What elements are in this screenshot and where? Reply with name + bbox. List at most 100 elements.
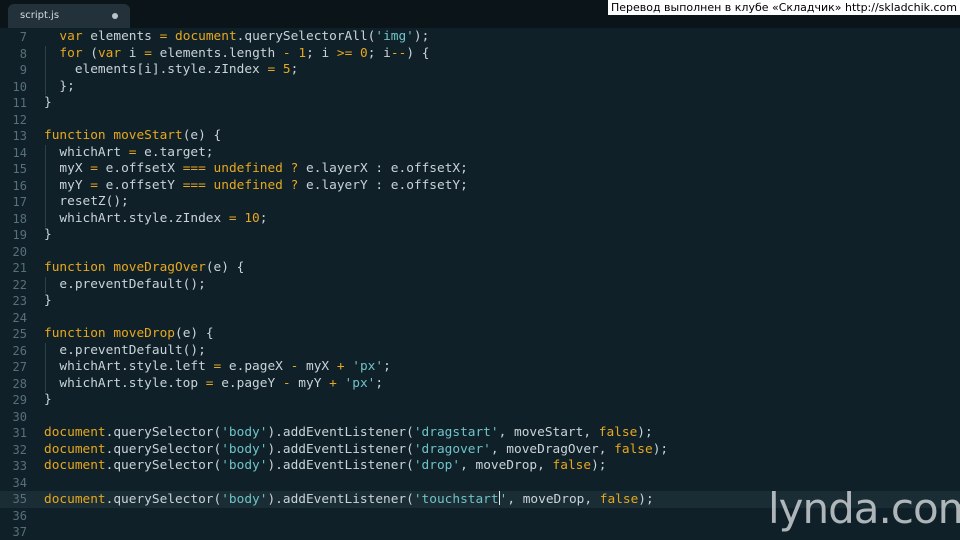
code-text: whichArt.style.zIndex = 10; [44, 211, 267, 228]
code-token: document [44, 425, 106, 440]
code-token: document [44, 492, 106, 507]
code-token: i [121, 45, 145, 61]
code-token: 'body' [221, 441, 268, 457]
code-line[interactable]: 14 whichArt = e.target; [0, 145, 960, 162]
code-text: document.querySelector('body').addEventL… [44, 442, 668, 459]
code-line[interactable]: 7 var elements = document.querySelectorA… [0, 29, 960, 46]
code-line[interactable]: 25 function moveDrop(e) { [0, 326, 960, 343]
code-token: myX [298, 359, 337, 374]
code-text: for (var i = elements.length - 1; i >= 0… [44, 46, 429, 63]
code-line[interactable]: 20 [0, 244, 960, 261]
code-line[interactable]: 26 e.preventDefault(); [0, 343, 960, 360]
code-text: function moveStart(e) { [44, 128, 221, 145]
code-line[interactable]: 13 function moveStart(e) { [0, 128, 960, 145]
line-number: 35 [12, 492, 27, 506]
line-number: 16 [12, 178, 27, 193]
code-token: e.offsetX [97, 161, 183, 176]
code-token: e.preventDefault(); [44, 276, 206, 292]
line-number: 9 [19, 63, 27, 77]
code-token: document [44, 458, 106, 473]
code-editor-window: script.js Перевод выполнен в клубе «Скла… [0, 0, 960, 540]
line-number: 20 [12, 244, 27, 259]
code-token: whichArt.style.zIndex [44, 210, 229, 226]
code-token: , moveStart, [498, 425, 599, 440]
code-token: .querySelector( [105, 425, 222, 440]
code-token: elements [82, 29, 160, 44]
code-token: var [59, 29, 83, 44]
unsaved-dot-icon[interactable] [112, 13, 118, 19]
code-token: myY [290, 375, 330, 391]
code-text: }; [44, 79, 74, 96]
code-token: 'body' [221, 492, 268, 507]
line-number: 13 [12, 129, 27, 143]
code-line[interactable]: 10 }; [0, 79, 960, 96]
code-token: ; [259, 210, 268, 226]
code-line[interactable]: 28 whichArt.style.top = e.pageY - myY + … [0, 376, 960, 393]
code-line[interactable]: 29} [0, 392, 960, 409]
code-token: false [552, 458, 592, 473]
code-line[interactable]: 12 [0, 112, 960, 129]
line-number: 8 [19, 46, 27, 61]
code-token: moveDragOver [113, 260, 206, 275]
line-number: 22 [12, 277, 27, 292]
code-token: moveDrop [113, 326, 175, 341]
code-line[interactable]: 16 myY = e.offsetY === undefined ? e.lay… [0, 178, 960, 195]
code-token: } [44, 392, 52, 407]
code-token: -- [390, 45, 407, 61]
code-text: whichArt = e.target; [44, 144, 213, 162]
line-number: 31 [12, 426, 27, 440]
line-number: 21 [12, 261, 27, 275]
code-token: e.pageY [213, 375, 283, 391]
code-line[interactable]: 11} [0, 95, 960, 112]
code-token: for [59, 45, 83, 61]
code-text: e.preventDefault(); [44, 343, 205, 360]
code-token: whichArt [44, 144, 129, 160]
code-text: resetZ(); [44, 194, 128, 211]
code-line[interactable]: 17 resetZ(); [0, 194, 960, 211]
code-line[interactable]: 21 function moveDragOver(e) { [0, 260, 960, 277]
code-line[interactable]: 19} [0, 227, 960, 244]
code-token: } [44, 293, 52, 308]
code-token: (e) { [182, 128, 222, 143]
code-text: whichArt.style.left = e.pageX - myX + 'p… [44, 359, 390, 376]
code-token: whichArt.style.left [44, 359, 214, 374]
code-token: function [44, 260, 106, 275]
code-text: myX = e.offsetX === undefined ? e.layerX… [44, 161, 467, 178]
code-token: e.pageX [221, 359, 291, 374]
code-token: undefined [213, 177, 283, 193]
indent-guide [45, 276, 46, 293]
code-token: 10 [244, 210, 260, 226]
code-area[interactable]: 7 var elements = document.querySelectorA… [0, 29, 960, 540]
code-line[interactable]: 15 myX = e.offsetX === undefined ? e.lay… [0, 161, 960, 178]
tab-script-js[interactable]: script.js [8, 4, 130, 28]
code-line[interactable]: 32 document.querySelector('body').addEven… [0, 442, 960, 459]
code-token: , moveDragOver, [490, 441, 615, 457]
line-number: 12 [12, 112, 27, 127]
code-line[interactable]: 27 whichArt.style.left = e.pageX - myX +… [0, 359, 960, 376]
code-token: var [97, 45, 122, 61]
code-text: function moveDragOver(e) { [44, 260, 244, 277]
code-token: myY [44, 177, 91, 193]
code-line[interactable]: 18 whichArt.style.zIndex = 10; [0, 211, 960, 228]
code-text: } [44, 227, 52, 244]
code-token: 'px' [344, 375, 376, 391]
code-line[interactable]: 31 document.querySelector('body').addEven… [0, 425, 960, 442]
code-line[interactable]: 22 e.preventDefault(); [0, 277, 960, 294]
code-line[interactable]: 8 for (var i = elements.length - 1; i >=… [0, 46, 960, 63]
code-line[interactable]: 30 [0, 409, 960, 426]
line-number: 36 [12, 508, 27, 523]
code-token: = [228, 210, 237, 226]
code-line[interactable]: 9 elements[i].style.zIndex = 5; [0, 62, 960, 79]
code-token: 'drop' [413, 458, 461, 473]
indent-guide [45, 342, 46, 392]
code-line[interactable]: 33 document.querySelector('body').addEven… [0, 458, 960, 475]
code-token: 1 [298, 45, 307, 61]
code-line[interactable]: 23} [0, 293, 960, 310]
code-line[interactable]: 24 [0, 310, 960, 327]
code-text: e.preventDefault(); [44, 276, 206, 294]
